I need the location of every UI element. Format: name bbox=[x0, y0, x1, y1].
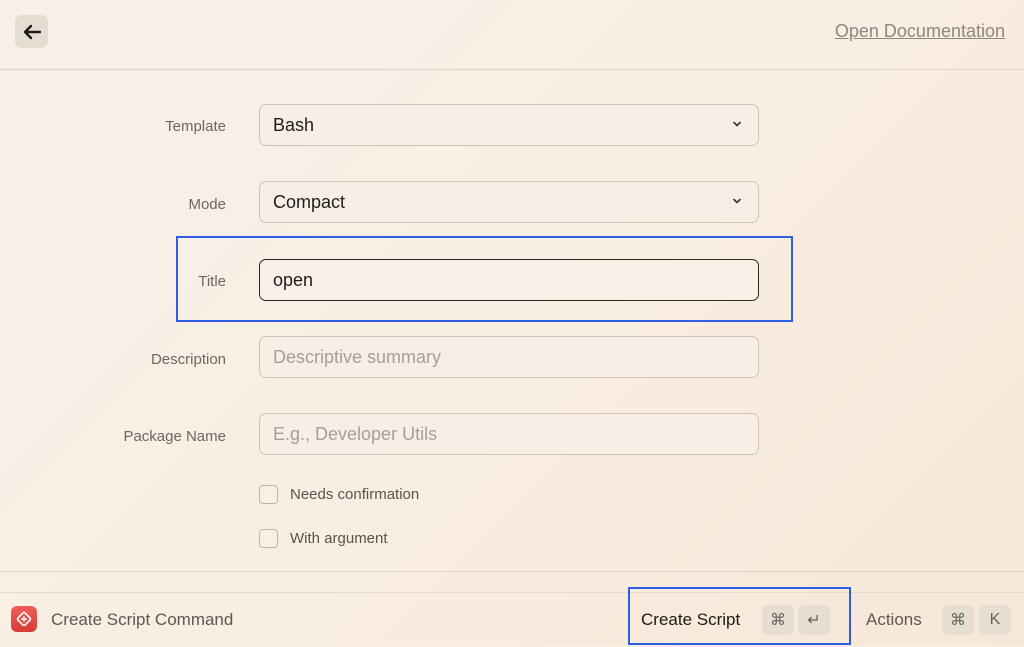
needs-confirmation-checkbox[interactable] bbox=[259, 485, 278, 504]
needs-confirmation-label: Needs confirmation bbox=[290, 486, 420, 503]
template-select[interactable]: Bash bbox=[259, 104, 759, 146]
form-divider bbox=[0, 571, 1024, 572]
mode-select[interactable]: Compact bbox=[259, 181, 759, 223]
template-label: Template bbox=[165, 118, 226, 135]
create-script-button[interactable]: Create Script bbox=[641, 610, 740, 630]
package-name-placeholder: E.g., Developer Utils bbox=[273, 423, 438, 444]
package-name-input[interactable]: E.g., Developer Utils bbox=[259, 413, 759, 455]
with-argument-label: With argument bbox=[290, 530, 388, 547]
top-bar: Open Documentation bbox=[0, 0, 1024, 70]
title-label: Title bbox=[198, 273, 226, 290]
description-input[interactable]: Descriptive summary bbox=[259, 336, 759, 378]
mode-value: Compact bbox=[273, 191, 346, 212]
with-argument-checkbox[interactable] bbox=[259, 529, 278, 548]
template-value: Bash bbox=[273, 114, 315, 135]
script-app-icon bbox=[11, 606, 37, 632]
actions-button[interactable]: Actions bbox=[866, 610, 922, 630]
arrow-left-icon bbox=[23, 24, 41, 39]
package-name-label: Package Name bbox=[123, 428, 226, 445]
chevron-down-icon bbox=[733, 121, 741, 127]
script-icon bbox=[16, 611, 32, 627]
with-argument-row[interactable]: With argument bbox=[259, 529, 388, 548]
chevron-down-icon bbox=[733, 198, 741, 204]
back-button[interactable] bbox=[15, 15, 48, 48]
title-input[interactable]: open bbox=[259, 259, 759, 301]
needs-confirmation-row[interactable]: Needs confirmation bbox=[259, 485, 419, 504]
command-key-icon: ⌘ bbox=[762, 605, 794, 635]
return-key-icon: ↵ bbox=[798, 605, 830, 635]
k-key-icon: K bbox=[979, 605, 1011, 635]
title-value: open bbox=[273, 269, 314, 290]
description-placeholder: Descriptive summary bbox=[273, 346, 442, 367]
description-label: Description bbox=[150, 351, 226, 368]
mode-label: Mode bbox=[188, 196, 226, 213]
open-documentation-link[interactable]: Open Documentation bbox=[835, 21, 1005, 42]
command-key-icon: ⌘ bbox=[942, 605, 974, 635]
command-title: Create Script Command bbox=[51, 610, 234, 629]
